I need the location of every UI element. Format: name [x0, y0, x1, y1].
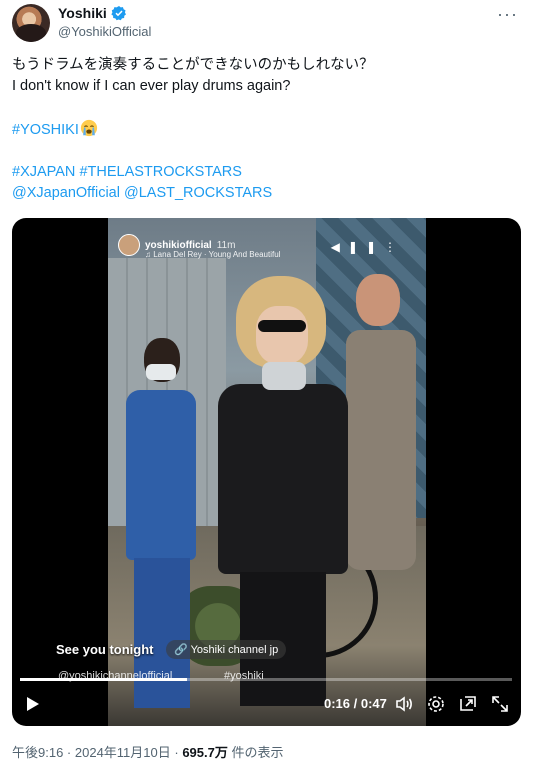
post-date[interactable]: 2024年11月10日 — [75, 745, 171, 760]
video-time: 0:16 / 0:47 — [324, 696, 387, 711]
story-time: 11m — [216, 239, 236, 251]
avatar[interactable] — [12, 4, 50, 42]
story-pause-icon: ❚❚ — [347, 240, 384, 254]
video-player[interactable]: yoshikiofficial 11m ♫ Lana Del Rey · You… — [12, 218, 521, 726]
channel-label: Yoshiki channel jp — [190, 644, 279, 656]
nurse-legs — [134, 558, 190, 708]
meta-separator: · — [170, 745, 183, 760]
video-progress-bar[interactable] — [20, 678, 512, 681]
display-name[interactable]: Yoshiki — [58, 5, 107, 21]
story-header: yoshikiofficial 11m ♫ Lana Del Rey · You… — [118, 234, 408, 259]
crying-face-emoji-icon — [80, 119, 97, 137]
view-count-label: 件の表示 — [227, 745, 284, 760]
assistant-jacket — [346, 330, 416, 570]
video-controls: 0:16 / 0:47 — [12, 690, 521, 720]
more-options-icon[interactable]: ··· — [497, 4, 518, 25]
sunglasses — [258, 320, 306, 332]
story-controls-icons: ◀❚❚⋮ — [331, 240, 404, 254]
black-coat — [218, 384, 348, 574]
channel-link-sticker: 🔗 Yoshiki channel jp — [166, 640, 287, 659]
assistant-head — [356, 274, 400, 326]
story-sound-icon: ◀ — [330, 240, 348, 254]
time-separator: / — [350, 696, 361, 711]
duration: 0:47 — [360, 696, 387, 711]
mention-xjapanofficial[interactable]: @XJapanOfficial — [12, 185, 120, 201]
user-names: Yoshiki @YoshikiOfficial — [58, 5, 151, 39]
volume-icon[interactable] — [394, 694, 414, 714]
story-avatar — [118, 234, 140, 256]
hashtag-xjapan[interactable]: #XJAPAN — [12, 164, 75, 180]
post-time[interactable]: 午後9:16 — [12, 745, 63, 760]
hashtags-line: #XJAPAN #THELASTROCKSTARS — [12, 162, 522, 183]
play-icon[interactable] — [26, 696, 40, 712]
meta-separator: · — [63, 745, 75, 760]
tweet-line-jp: もうドラムを演奏することができないのかもしれない？ — [12, 57, 374, 73]
settings-gear-icon[interactable] — [426, 694, 446, 714]
view-count: 695.7万 — [182, 745, 228, 760]
mentions-line: @XJapanOfficial @LAST_ROCKSTARS — [12, 183, 522, 204]
story-more-icon: ⋮ — [384, 240, 404, 254]
display-name-row: Yoshiki — [58, 5, 151, 21]
current-time: 0:16 — [324, 696, 351, 711]
black-pants — [240, 572, 326, 706]
neck-brace — [262, 362, 306, 390]
hashtag-line: #YOSHIKI — [12, 119, 522, 140]
tweet-metadata: 午後9:16 · 2024年11月10日 · 695.7万 件の表示 — [12, 742, 284, 760]
user-handle[interactable]: @YoshikiOfficial — [58, 24, 151, 39]
hashtag-thelastrockstars[interactable]: #THELASTROCKSTARS — [79, 164, 242, 180]
face — [256, 306, 308, 364]
link-icon: 🔗 — [174, 644, 188, 656]
mention-last-rockstars[interactable]: @LAST_ROCKSTARS — [124, 185, 272, 201]
video-caption: See you tonight — [56, 642, 154, 657]
fullscreen-icon[interactable] — [490, 694, 510, 714]
nurse-scrubs — [126, 390, 196, 560]
tweet-text: もうドラムを演奏することができないのかもしれない？ I don't know i… — [12, 55, 522, 204]
tweet-header: Yoshiki @YoshikiOfficial ··· — [12, 4, 522, 44]
assistant-figure — [346, 274, 416, 594]
nurse-mask — [146, 364, 176, 380]
story-username: yoshikiofficial — [145, 239, 212, 251]
picture-in-picture-icon[interactable] — [458, 694, 478, 714]
hashtag-yoshiki[interactable]: #YOSHIKI — [12, 122, 79, 138]
verified-badge-icon — [111, 6, 126, 21]
video-progress-fill — [20, 678, 188, 681]
tweet-line-en: I don't know if I can ever play drums ag… — [12, 78, 291, 94]
